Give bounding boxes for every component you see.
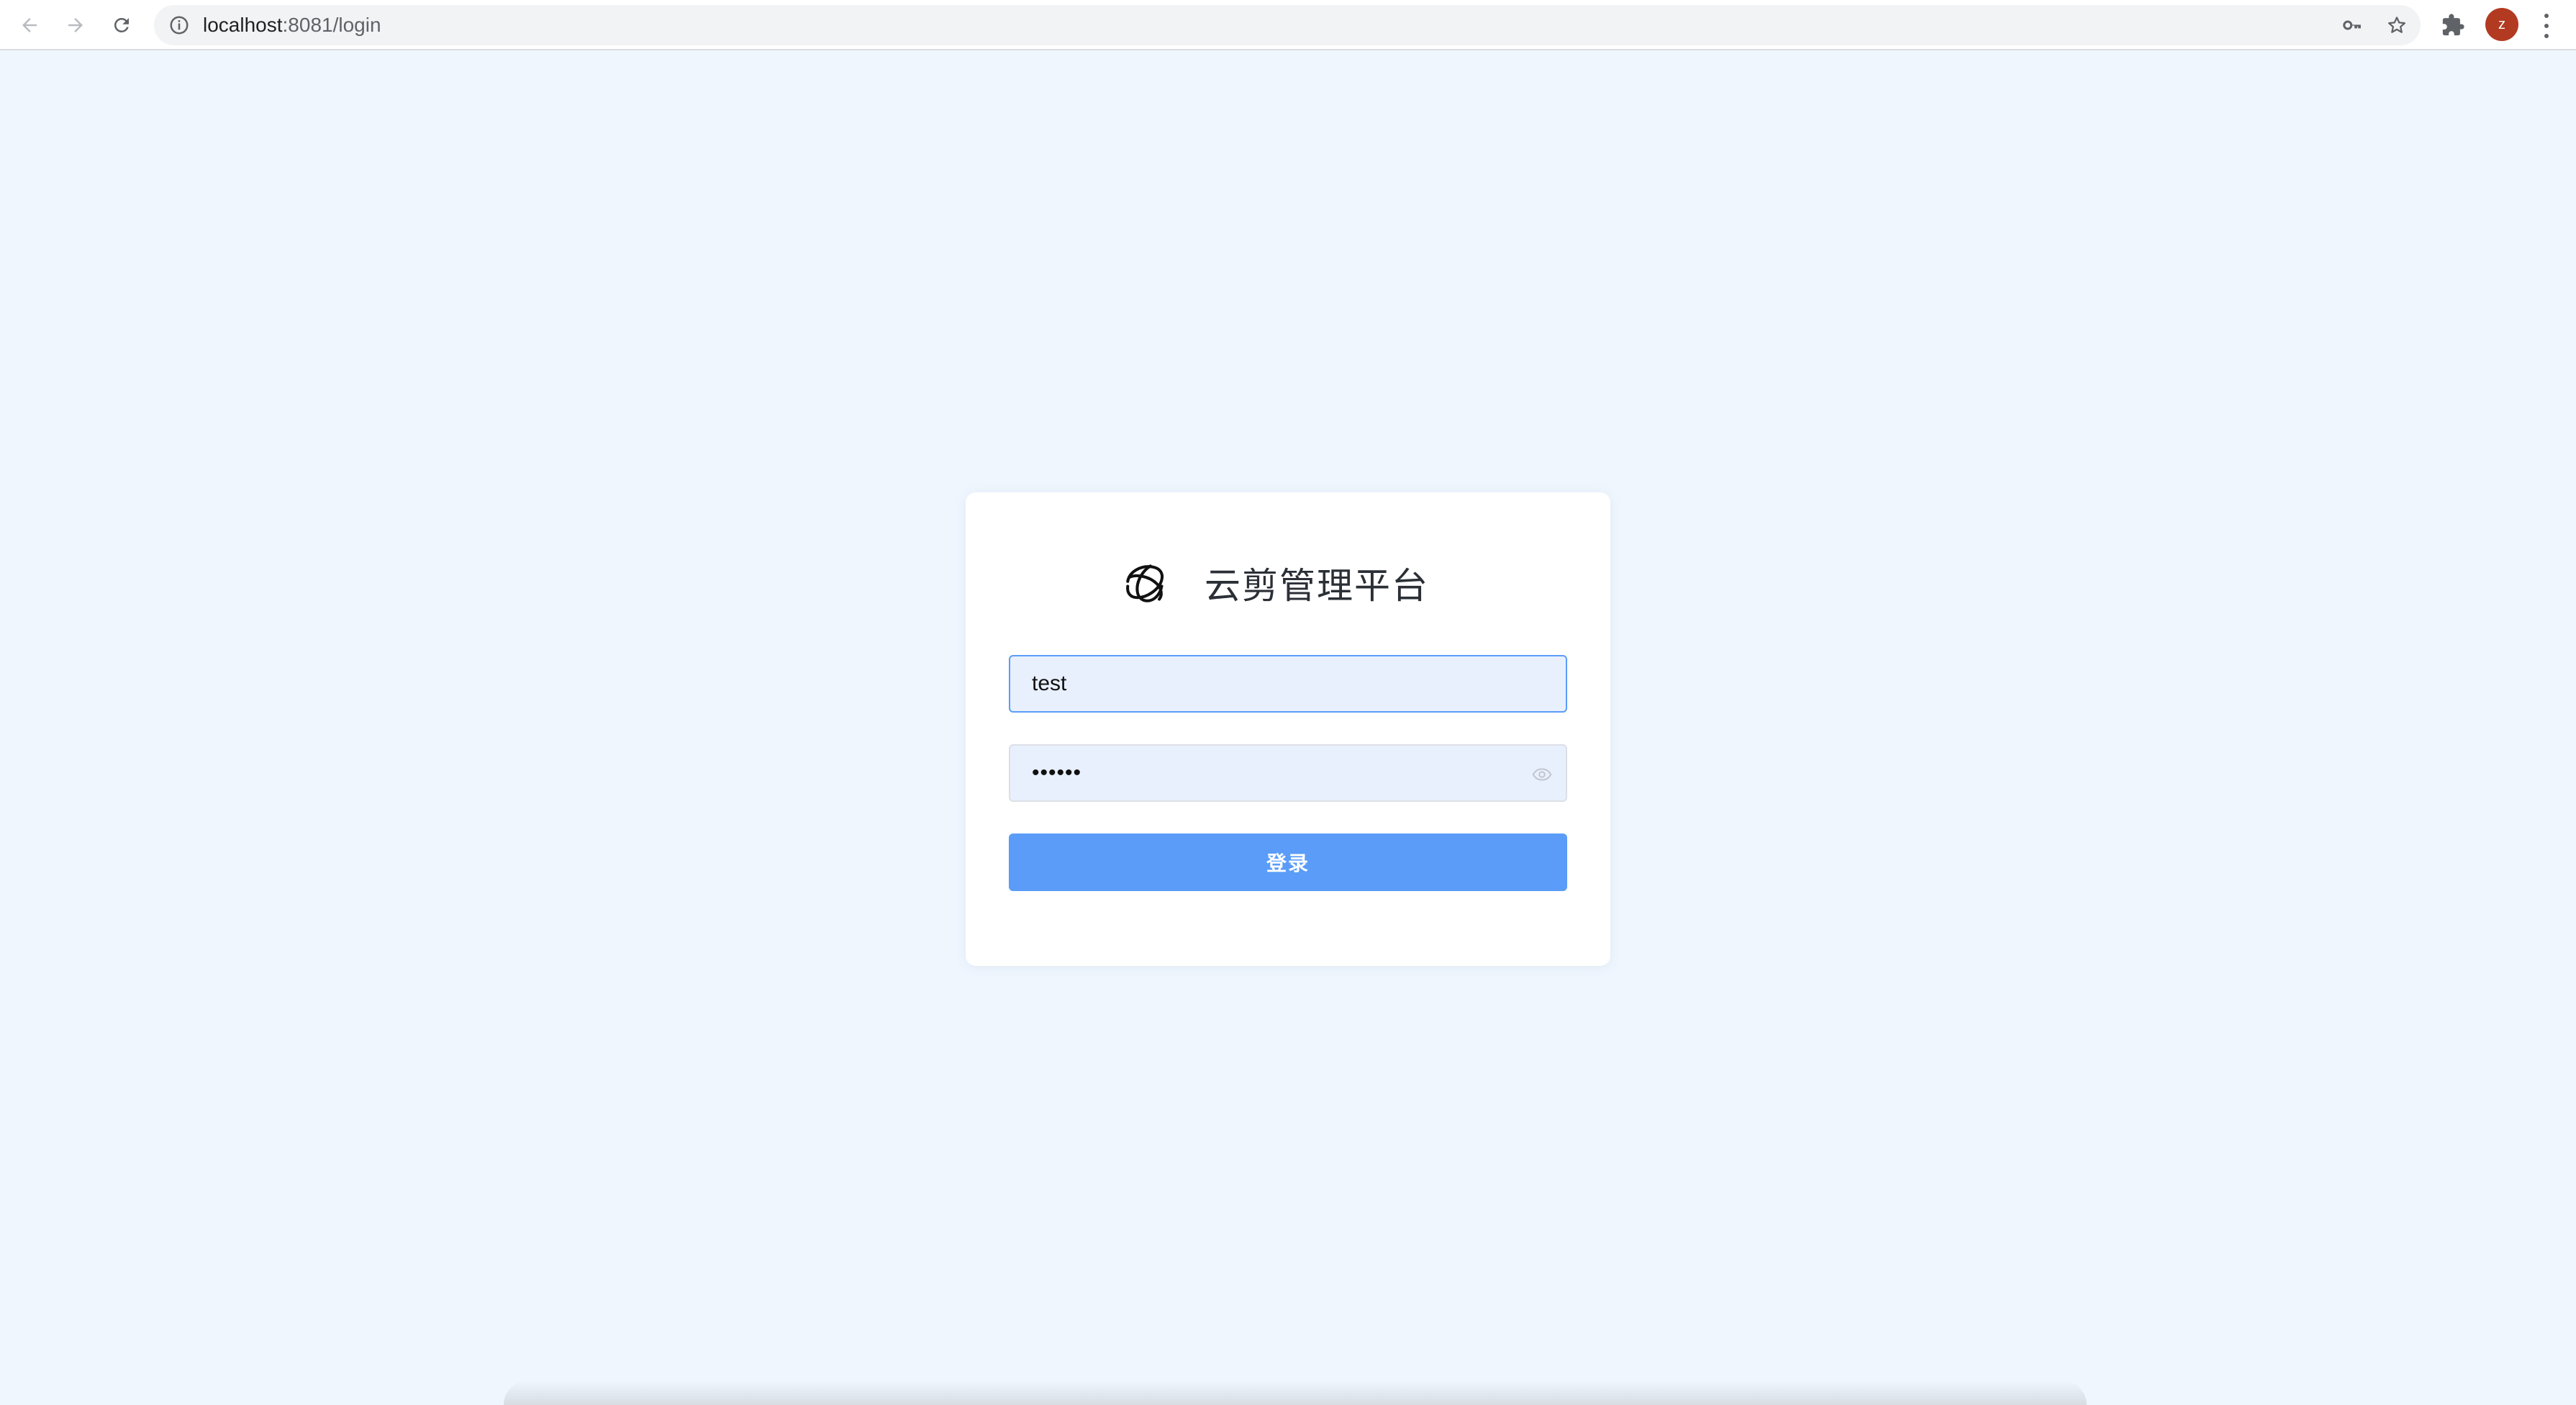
- login-button[interactable]: 登录: [1009, 833, 1567, 891]
- star-icon[interactable]: [2386, 14, 2408, 36]
- info-icon[interactable]: [168, 14, 190, 36]
- reload-button[interactable]: [105, 9, 138, 42]
- login-card: 云剪管理平台 登录: [966, 492, 1610, 966]
- url-host: localhost: [203, 14, 283, 36]
- forward-button[interactable]: [59, 9, 92, 42]
- password-field[interactable]: [1009, 744, 1567, 802]
- browser-toolbar: localhost:8081/login z: [0, 0, 2576, 50]
- kebab-menu-icon[interactable]: [2536, 12, 2557, 40]
- knot-logo-icon: [1126, 564, 1164, 602]
- url-text[interactable]: localhost:8081/login: [203, 15, 381, 35]
- arrow-left-icon: [22, 18, 37, 32]
- page-title: 云剪管理平台: [1205, 565, 1429, 607]
- address-bar[interactable]: localhost:8081/login: [154, 5, 2421, 45]
- password-input[interactable]: [1010, 746, 1566, 800]
- back-button[interactable]: [13, 9, 46, 42]
- kebab-dot: [2544, 34, 2549, 38]
- reload-icon: [114, 17, 129, 32]
- kebab-dot: [2544, 24, 2549, 28]
- profile-avatar[interactable]: z: [2485, 8, 2518, 41]
- kebab-dot: [2544, 14, 2549, 18]
- bottom-shadow: [504, 1381, 2087, 1405]
- url-path: :8081/login: [282, 14, 381, 36]
- arrow-right-icon: [68, 18, 83, 32]
- username-field[interactable]: [1009, 655, 1567, 713]
- username-input[interactable]: [1010, 656, 1566, 711]
- key-icon[interactable]: [2341, 14, 2363, 36]
- eye-icon[interactable]: [1531, 764, 1553, 785]
- puzzle-icon[interactable]: [2441, 13, 2465, 37]
- brand-header: 云剪管理平台: [1120, 554, 1429, 612]
